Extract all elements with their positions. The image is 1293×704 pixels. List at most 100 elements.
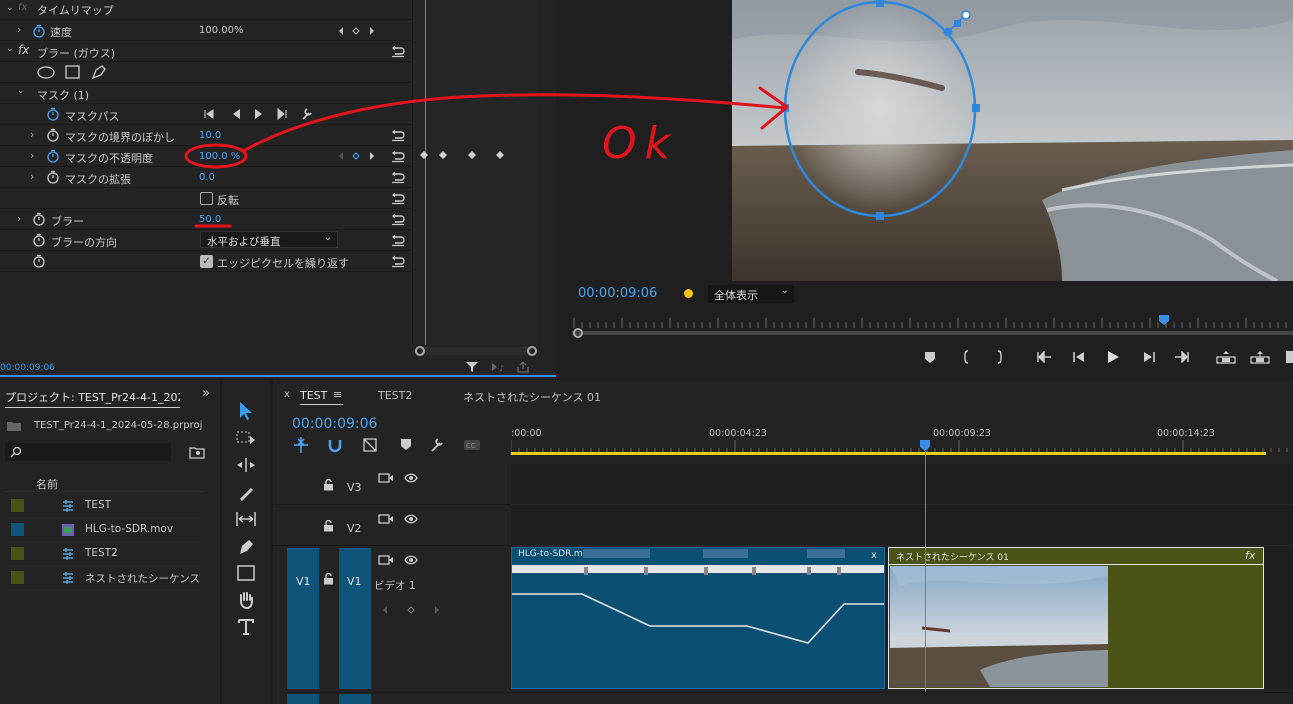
selection-tool-icon[interactable] [238, 401, 254, 421]
repeat-edge-checkbox[interactable]: ✓ [200, 255, 213, 268]
mark-in-icon[interactable] [962, 350, 972, 364]
track-area-v3[interactable] [511, 464, 1293, 505]
label-color-swatch[interactable] [11, 499, 24, 512]
mask-label[interactable]: マスク (1) [37, 87, 89, 103]
reset-icon[interactable] [391, 192, 405, 205]
keyframe-nav-icon[interactable] [380, 604, 442, 616]
lock-icon[interactable] [323, 479, 334, 491]
stopwatch-icon[interactable] [46, 107, 60, 121]
mask-feather-value[interactable]: 10.0 [199, 130, 221, 141]
mask-expansion-value[interactable]: 0.0 [199, 172, 215, 183]
ripple-edit-tool-icon[interactable] [236, 457, 256, 473]
pen-tool-icon[interactable] [237, 538, 255, 556]
keyframe-nav-icon[interactable] [337, 25, 377, 37]
project-item[interactable]: HLG-to-SDR.mov [5, 518, 205, 542]
reset-icon[interactable] [391, 213, 405, 226]
lift-icon[interactable] [1216, 350, 1236, 364]
reset-icon[interactable] [391, 129, 405, 142]
zoom-handle-right[interactable] [527, 346, 537, 356]
extract-icon[interactable] [1250, 350, 1270, 364]
track-area-v2[interactable] [511, 505, 1293, 546]
stopwatch-icon[interactable] [46, 170, 60, 184]
play-icon[interactable] [1106, 350, 1120, 364]
sync-lock-icon[interactable] [378, 554, 394, 566]
eye-icon[interactable] [404, 514, 418, 524]
project-item[interactable]: ネストされたシーケンス [5, 566, 205, 590]
zoom-handle-left[interactable] [415, 346, 425, 356]
effect-zoom-bar[interactable] [420, 347, 532, 355]
stopwatch-icon[interactable] [32, 212, 46, 226]
fx-toggle[interactable]: fx [18, 43, 29, 57]
close-tab-icon[interactable]: x [284, 389, 290, 400]
step-forward-icon[interactable] [1142, 351, 1156, 363]
source-patch-v1[interactable] [287, 548, 319, 689]
marker-icon[interactable] [924, 351, 936, 364]
zoom-level-select[interactable]: 全体表示 ⌄ [708, 285, 794, 303]
sync-lock-icon[interactable] [378, 472, 394, 484]
stopwatch-icon[interactable] [46, 128, 60, 142]
chevron-right-icon[interactable]: › [17, 23, 21, 36]
clip-keyframe-markers[interactable] [512, 565, 884, 577]
audio-loop-icon[interactable]: ♪ [490, 362, 506, 372]
new-bin-icon[interactable] [189, 445, 205, 459]
stopwatch-icon[interactable] [32, 24, 46, 38]
stopwatch-icon[interactable] [32, 254, 46, 268]
project-item[interactable]: TEST2 [5, 542, 205, 566]
mask-track-controls[interactable] [203, 107, 315, 121]
reset-icon[interactable] [391, 234, 405, 247]
blur-direction-select[interactable]: 水平および垂直 ⌄ [200, 231, 338, 248]
sync-lock-icon[interactable] [378, 513, 394, 525]
export-icon[interactable] [516, 361, 530, 373]
rectangle-tool-icon[interactable] [237, 565, 255, 581]
reset-icon[interactable] [391, 45, 405, 58]
export-frame-icon[interactable] [1286, 351, 1293, 363]
stopwatch-icon[interactable] [32, 233, 46, 247]
speed-value[interactable]: 100.00% [199, 25, 244, 36]
label-color-swatch[interactable] [11, 523, 24, 536]
razor-tool-icon[interactable] [237, 484, 255, 502]
stopwatch-icon[interactable] [46, 149, 60, 163]
tab-nested-sequence[interactable]: ネストされたシーケンス 01 [463, 389, 601, 405]
clip-opacity-rubberband[interactable] [512, 590, 884, 650]
effect-keyframe-area[interactable] [412, 0, 538, 345]
project-search-input[interactable] [5, 443, 171, 461]
timeline-timecode[interactable]: 00:00:09:06 [292, 416, 377, 432]
label-color-swatch[interactable] [11, 547, 24, 560]
program-timecode[interactable]: 00:00:09:06 [578, 286, 657, 301]
name-column-label[interactable]: 名前 [36, 476, 58, 492]
playback-resolution-dot[interactable] [684, 289, 693, 298]
blurriness-value[interactable]: 50.0 [199, 214, 221, 225]
project-item[interactable]: TEST [5, 494, 205, 518]
mask-ellipse-overlay[interactable] [780, 0, 980, 222]
slip-tool-icon[interactable] [235, 511, 257, 527]
chevron-right-icon[interactable]: › [17, 212, 21, 225]
reset-icon[interactable] [391, 171, 405, 184]
type-tool-icon[interactable] [237, 618, 255, 636]
go-to-in-icon[interactable] [1036, 351, 1052, 363]
mark-out-icon[interactable] [994, 350, 1004, 364]
label-color-swatch[interactable] [11, 571, 24, 584]
mask-opacity-value[interactable]: 100.0 % [199, 151, 240, 162]
tab-menu-icon[interactable]: ≡ [333, 388, 342, 401]
chevron-right-icon[interactable]: › [30, 128, 34, 141]
timeline-toolbar[interactable]: CC [292, 436, 492, 454]
track-select-tool-icon[interactable] [236, 431, 256, 445]
program-time-ruler[interactable] [570, 312, 1293, 338]
hand-tool-icon[interactable] [237, 591, 255, 609]
ellipse-mask-icon[interactable] [37, 66, 55, 79]
chevron-down-icon[interactable]: ⌄ [17, 86, 25, 96]
keyframe-markers[interactable] [416, 148, 516, 162]
reset-icon[interactable] [391, 255, 405, 268]
project-panel-title[interactable]: プロジェクト: TEST_Pr24-4-1_2024-0 [5, 389, 180, 408]
rectangle-mask-icon[interactable] [65, 65, 80, 79]
go-to-out-icon[interactable] [1174, 351, 1190, 363]
reset-icon[interactable] [391, 150, 405, 163]
chevron-down-icon[interactable]: ⌄ [6, 3, 14, 13]
lock-icon[interactable] [323, 520, 334, 532]
clip-fx-badge[interactable]: fx [1245, 549, 1255, 562]
work-area-bar[interactable] [511, 452, 1266, 455]
invert-checkbox[interactable] [200, 192, 213, 205]
step-back-icon[interactable] [1072, 351, 1086, 363]
panel-overflow-icon[interactable]: » [202, 386, 210, 401]
pen-mask-icon[interactable] [91, 64, 107, 80]
